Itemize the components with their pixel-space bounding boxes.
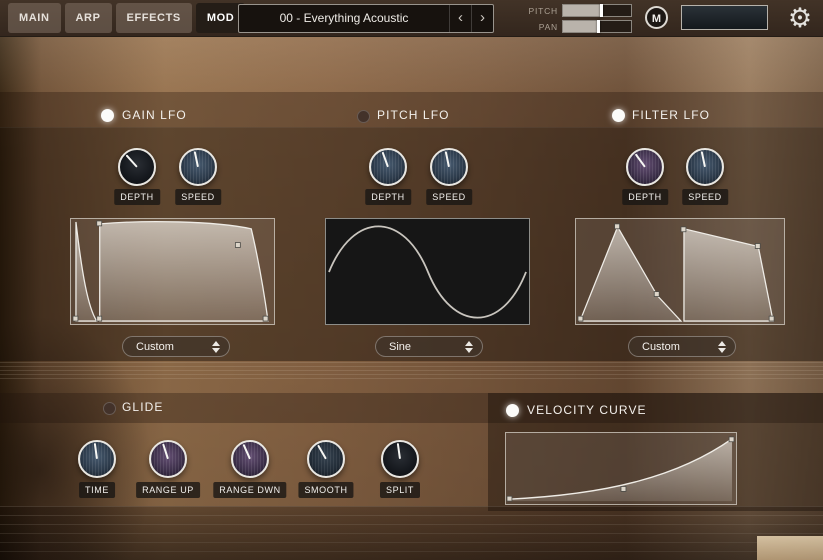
guitar-strings-bottom [0, 506, 823, 560]
tab-effects[interactable]: EFFECTS [116, 3, 192, 33]
midi-monitor-button[interactable]: M [645, 6, 668, 29]
pitch-lfo-wave-display[interactable] [325, 218, 530, 325]
filter-lfo-wave-display[interactable] [575, 218, 785, 325]
gain-lfo-shape-select[interactable]: Custom [122, 336, 230, 357]
gain-lfo-power-led[interactable] [101, 109, 114, 122]
pitch-lfo-power-led[interactable] [357, 110, 370, 123]
preset-selector[interactable]: 00 - Everything Acoustic ‹ › [238, 4, 494, 33]
knob-pointer [162, 443, 169, 459]
filter-lfo-title: FILTER LFO [632, 108, 710, 122]
pitch-lfo-speed-label: SPEED [426, 189, 472, 205]
knob-pointer [701, 151, 706, 167]
pitch-slider-fill [563, 5, 600, 16]
knob-pointer [243, 444, 251, 459]
glide-split-label: SPLIT [380, 482, 420, 498]
pitch-slider-thumb[interactable] [600, 4, 603, 17]
tab-bar: MAIN ARP EFFECTS MOD [8, 3, 245, 33]
pan-slider[interactable] [562, 20, 632, 33]
filter-lfo-speed-knob[interactable] [686, 148, 724, 186]
knob-pointer [397, 443, 401, 459]
pan-label: PAN [516, 22, 558, 32]
pitch-lfo-speed-knob[interactable] [430, 148, 468, 186]
select-arrows-icon [212, 341, 220, 353]
preset-prev-icon[interactable]: ‹ [449, 5, 471, 32]
gain-lfo-depth-label: DEPTH [114, 189, 160, 205]
pitch-lfo-depth-knob[interactable] [369, 148, 407, 186]
glide-time-label: TIME [79, 482, 115, 498]
filter-lfo-speed-label: SPEED [682, 189, 728, 205]
knob-pointer [126, 154, 138, 167]
knob-pointer [317, 445, 327, 460]
plugin-window: MAIN ARP EFFECTS MOD 00 - Everything Aco… [0, 0, 823, 560]
gain-lfo-speed-label: SPEED [175, 189, 221, 205]
pitch-slider[interactable] [562, 4, 632, 17]
top-bar: MAIN ARP EFFECTS MOD 00 - Everything Aco… [0, 0, 823, 37]
shape-select-value: Custom [642, 341, 718, 353]
pan-slider-thumb[interactable] [597, 20, 600, 33]
preset-name[interactable]: 00 - Everything Acoustic [239, 5, 449, 32]
knob-pointer [445, 151, 450, 167]
pitch-lfo-depth-label: DEPTH [365, 189, 411, 205]
tab-main[interactable]: MAIN [8, 3, 61, 33]
glide-smooth-knob[interactable] [307, 440, 345, 478]
filter-lfo-depth-label: DEPTH [622, 189, 668, 205]
shape-select-value: Custom [136, 341, 212, 353]
knob-pointer [635, 153, 646, 167]
filter-lfo-depth-knob[interactable] [626, 148, 664, 186]
guitar-bridge [757, 536, 823, 560]
pitch-lfo-shape-select[interactable]: Sine [375, 336, 483, 357]
tab-arp[interactable]: ARP [65, 3, 112, 33]
settings-gear-icon[interactable]: ⚙ [783, 1, 817, 35]
knob-pointer [194, 151, 199, 167]
glide-smooth-label: SMOOTH [298, 482, 353, 498]
knob-pointer [382, 152, 389, 168]
pan-slider-fill [563, 21, 597, 32]
pitch-lfo-title: PITCH LFO [377, 108, 450, 122]
pitch-label: PITCH [516, 6, 558, 16]
glide-range-down-knob[interactable] [231, 440, 269, 478]
filter-lfo-shape-select[interactable]: Custom [628, 336, 736, 357]
preset-next-icon[interactable]: › [471, 5, 493, 32]
level-meter [681, 5, 768, 30]
gain-lfo-wave-display[interactable] [70, 218, 275, 325]
select-arrows-icon [465, 341, 473, 353]
glide-power-led[interactable] [103, 402, 116, 415]
glide-range-up-knob[interactable] [149, 440, 187, 478]
velocity-curve-title: VELOCITY CURVE [527, 403, 647, 417]
filter-lfo-power-led[interactable] [612, 109, 625, 122]
gain-lfo-title: GAIN LFO [122, 108, 187, 122]
guitar-strings-middle [0, 362, 823, 380]
glide-title: GLIDE [122, 400, 164, 414]
velocity-curve-display[interactable] [505, 432, 737, 505]
shape-select-value: Sine [389, 341, 465, 353]
glide-time-knob[interactable] [78, 440, 116, 478]
velocity-curve-power-led[interactable] [506, 404, 519, 417]
glide-split-knob[interactable] [381, 440, 419, 478]
glide-range-down-label: RANGE DWN [213, 482, 286, 498]
knob-pointer [94, 443, 98, 459]
gain-lfo-speed-knob[interactable] [179, 148, 217, 186]
select-arrows-icon [718, 341, 726, 353]
gain-lfo-depth-knob[interactable] [118, 148, 156, 186]
glide-range-up-label: RANGE UP [136, 482, 200, 498]
guitar-body-highlight [0, 36, 823, 92]
